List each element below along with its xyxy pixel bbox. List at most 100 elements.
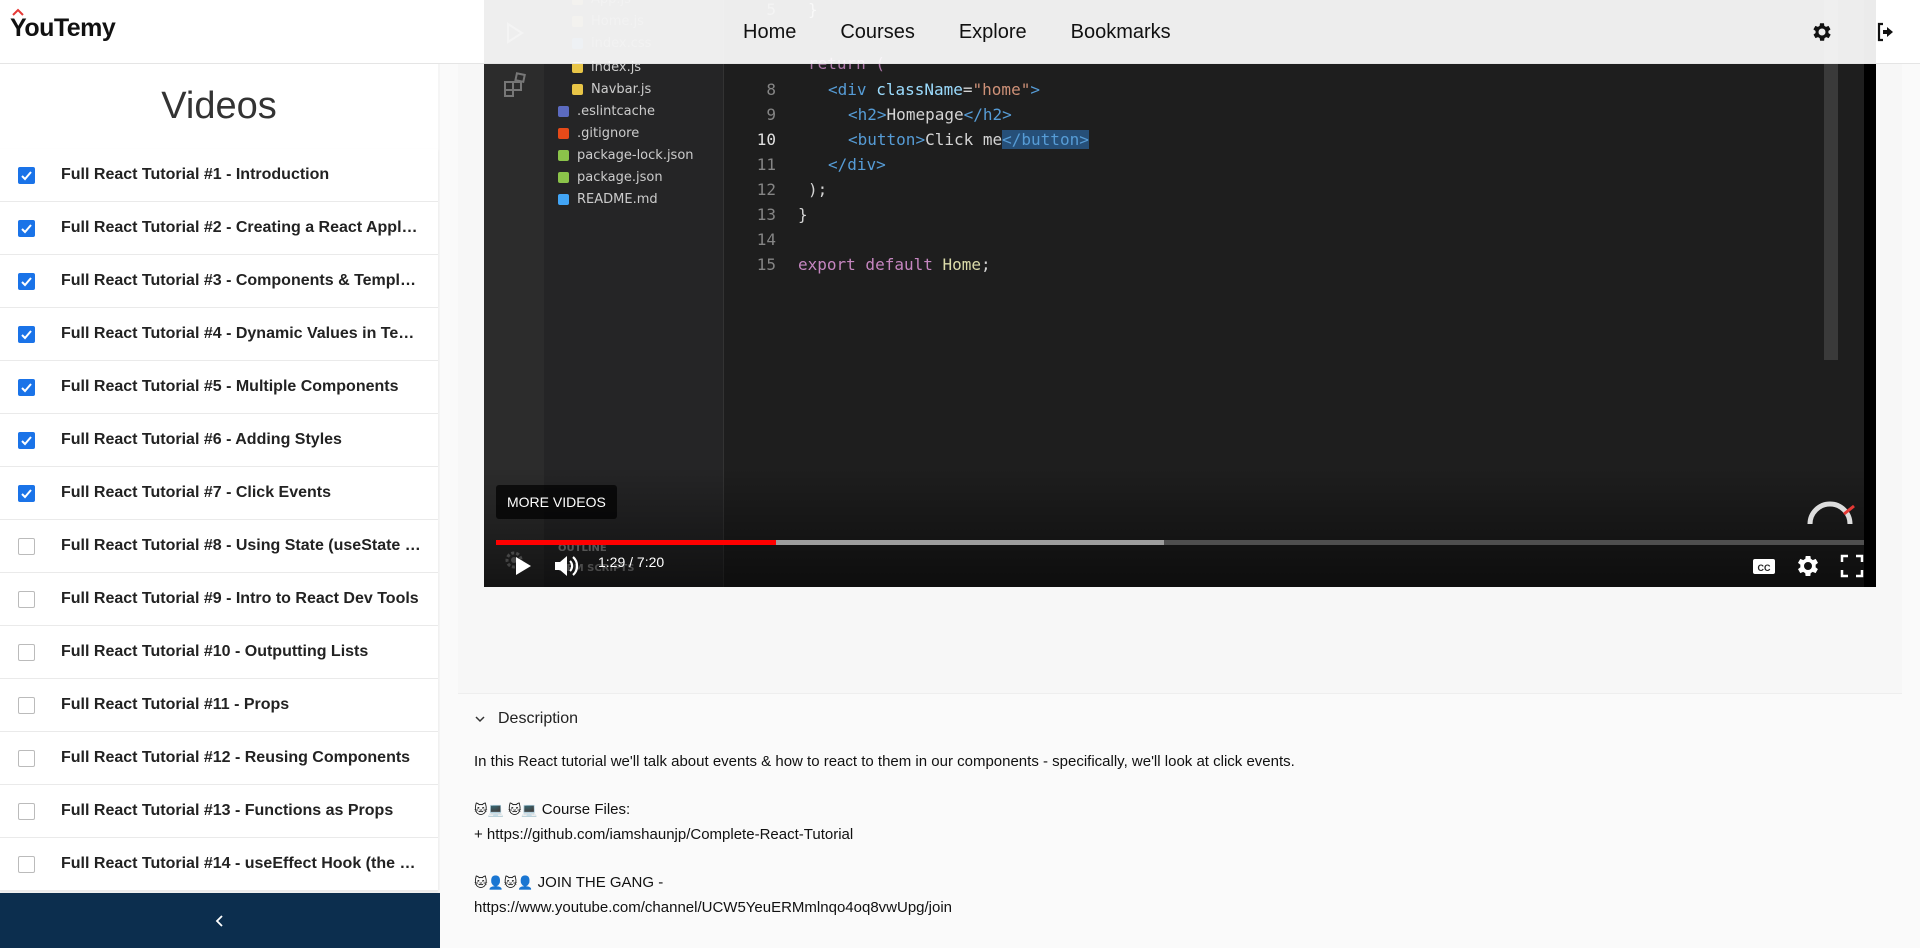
sidebar-video-item[interactable]: Full React Tutorial #6 - Adding Styles — [0, 414, 438, 467]
sidebar-video-item[interactable]: Full React Tutorial #13 - Functions as P… — [0, 785, 438, 838]
sidebar-video-item[interactable]: Full React Tutorial #14 - useEffect Hook… — [0, 838, 438, 891]
chevron-down-icon — [475, 716, 485, 723]
checkbox-unchecked-icon[interactable] — [18, 855, 35, 873]
video-controls-gradient — [484, 467, 1876, 587]
file-type-icon — [558, 106, 569, 117]
sidebar-collapse-button[interactable] — [0, 893, 440, 948]
file-type-icon — [558, 172, 569, 183]
video-item-label: Full React Tutorial #11 - Props — [61, 696, 290, 713]
video-item-label: Full React Tutorial #12 - Reusing Compon… — [61, 749, 411, 766]
nav-courses[interactable]: Courses — [840, 21, 914, 44]
logout-icon[interactable] — [1874, 20, 1898, 44]
gear-icon[interactable] — [1810, 20, 1834, 44]
nav-home[interactable]: Home — [743, 21, 796, 44]
code-line-12: ); — [808, 180, 828, 199]
sidebar-video-item[interactable]: Full React Tutorial #5 - Multiple Compon… — [0, 361, 438, 414]
code-line-8: <div className="home"> — [828, 80, 1040, 99]
settings-gear-icon[interactable] — [1794, 552, 1822, 580]
checkbox-checked-icon[interactable] — [18, 484, 35, 502]
checkbox-checked-icon[interactable] — [18, 431, 35, 449]
checkbox-unchecked-icon[interactable] — [18, 802, 35, 820]
description-panel: Description In this React tutorial we'll… — [458, 693, 1902, 948]
code-line-11: </div> — [828, 155, 886, 174]
join-gang-label: JOIN THE GANG - — [537, 874, 664, 891]
play-icon[interactable] — [508, 552, 536, 580]
checkbox-checked-icon[interactable] — [18, 166, 35, 184]
description-intro: In this React tutorial we'll talk about … — [474, 753, 1295, 770]
fullscreen-icon[interactable] — [1838, 552, 1866, 580]
top-navbar: YouTemy Home Courses Explore Bookmarks — [0, 0, 1920, 64]
sidebar-video-item[interactable]: Full React Tutorial #4 - Dynamic Values … — [0, 308, 438, 361]
explorer-file: package-lock.json — [558, 148, 694, 163]
sidebar-video-item[interactable]: Full React Tutorial #12 - Reusing Compon… — [0, 732, 438, 785]
sidebar-video-item[interactable]: Full React Tutorial #8 - Using State (us… — [0, 520, 438, 573]
explorer-file-name: package.json — [577, 170, 663, 185]
line-number: 13 — [756, 205, 776, 224]
sidebar-video-item[interactable]: Full React Tutorial #1 - Introduction — [0, 149, 438, 202]
video-edge — [1864, 0, 1876, 587]
cat-ninja-icon: 🐱👤🐱👤 — [474, 876, 534, 891]
sidebar-video-item[interactable]: Full React Tutorial #2 - Creating a Reac… — [0, 202, 438, 255]
explorer-file: .gitignore — [558, 126, 639, 141]
checkbox-unchecked-icon[interactable] — [18, 749, 35, 767]
checkbox-checked-icon[interactable] — [18, 219, 35, 237]
line-number: 8 — [766, 80, 776, 99]
logo[interactable]: YouTemy — [10, 8, 116, 43]
file-type-icon — [558, 194, 569, 205]
description-course-files: 🐱💻 🐱💻 Course Files: + https://github.com… — [474, 798, 1874, 847]
code-line-13: } — [798, 205, 808, 224]
video-item-label: Full React Tutorial #14 - useEffect Hook… — [61, 855, 421, 872]
more-videos-button[interactable]: MORE VIDEOS — [496, 485, 617, 519]
checkbox-unchecked-icon[interactable] — [18, 590, 35, 608]
description-body: In this React tutorial we'll talk about … — [474, 750, 1874, 944]
explorer-file-name: .gitignore — [577, 126, 640, 141]
line-number-active: 10 — [756, 130, 776, 149]
progress-played — [496, 540, 777, 545]
video-player[interactable]: App.jsHome.jsindex.cssindex.jsNavbar.js.… — [484, 0, 1876, 587]
checkbox-checked-icon[interactable] — [18, 325, 35, 343]
video-item-label: Full React Tutorial #13 - Functions as P… — [61, 802, 394, 819]
code-line-15: export default Home; — [798, 255, 991, 274]
explorer-file-name: README.md — [577, 192, 658, 207]
nav-bookmarks[interactable]: Bookmarks — [1071, 21, 1171, 44]
captions-icon[interactable]: CC — [1750, 552, 1778, 580]
video-time: 1:29 / 7:20 — [598, 554, 665, 570]
description-title: Description — [498, 710, 579, 727]
svg-text:CC: CC — [1758, 563, 1771, 573]
video-list: Full React Tutorial #1 - Introduction Ful… — [0, 149, 440, 891]
checkbox-unchecked-icon[interactable] — [18, 696, 35, 714]
file-type-icon — [558, 128, 569, 139]
course-files-link[interactable]: + https://github.com/iamshaunjp/Complete… — [474, 826, 853, 843]
checkbox-unchecked-icon[interactable] — [18, 537, 35, 555]
sidebar-video-item[interactable]: Full React Tutorial #11 - Props — [0, 679, 438, 732]
sidebar-video-item[interactable]: Full React Tutorial #7 - Click Events — [0, 467, 438, 520]
volume-icon[interactable] — [552, 552, 580, 580]
videos-sidebar: Videos Full React Tutorial #1 - Introduc… — [0, 64, 440, 948]
logo-text: YouTemy — [10, 14, 116, 42]
line-number: 14 — [756, 230, 776, 249]
course-files-label: Course Files: — [541, 801, 631, 818]
checkbox-checked-icon[interactable] — [18, 272, 35, 290]
sidebar-video-item[interactable]: Full React Tutorial #3 - Components & Te… — [0, 255, 438, 308]
line-number: 11 — [756, 155, 776, 174]
channel-watermark-icon[interactable] — [1804, 496, 1860, 532]
description-join-gang: 🐱👤🐱👤 JOIN THE GANG - https://www.youtube… — [474, 871, 1874, 920]
line-number: 15 — [756, 255, 776, 274]
sidebar-video-item[interactable]: Full React Tutorial #9 - Intro to React … — [0, 573, 438, 626]
checkbox-checked-icon[interactable] — [18, 378, 35, 396]
video-progress-bar[interactable] — [496, 540, 1864, 545]
video-item-label: Full React Tutorial #4 - Dynamic Values … — [61, 325, 421, 342]
description-toggle[interactable]: Description — [474, 710, 578, 728]
logo-roof-icon — [12, 8, 24, 16]
video-item-label: Full React Tutorial #10 - Outputting Lis… — [61, 643, 369, 660]
join-gang-link[interactable]: https://www.youtube.com/channel/UCW5YeuE… — [474, 899, 952, 916]
nav-explore[interactable]: Explore — [959, 21, 1027, 44]
explorer-file-name: .eslintcache — [577, 104, 655, 119]
explorer-file: package.json — [558, 170, 663, 185]
main-nav: Home Courses Explore Bookmarks — [743, 0, 1171, 64]
extensions-icon — [504, 72, 526, 97]
chevron-left-icon — [215, 914, 223, 927]
checkbox-unchecked-icon[interactable] — [18, 643, 35, 661]
sidebar-video-item[interactable]: Full React Tutorial #10 - Outputting Lis… — [0, 626, 438, 679]
main-content: App.jsHome.jsindex.cssindex.jsNavbar.js.… — [458, 0, 1902, 948]
